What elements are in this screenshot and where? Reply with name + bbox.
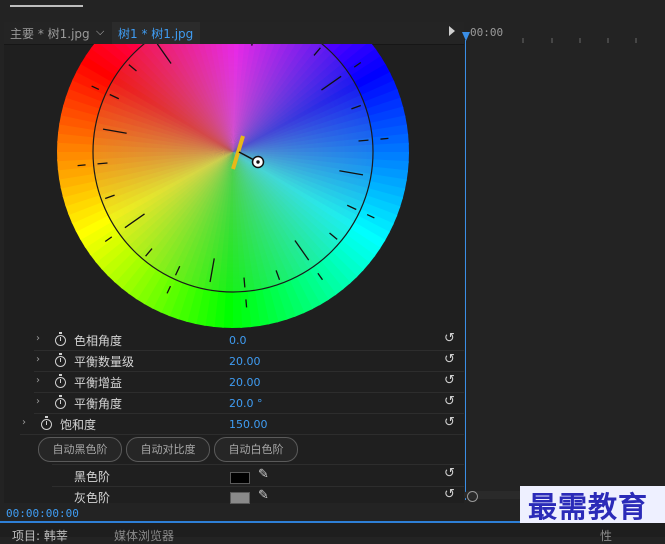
- reset-icon[interactable]: ↺: [444, 394, 455, 409]
- black-level-swatch[interactable]: [230, 472, 250, 484]
- param-label-hue-angle: 色相角度: [74, 334, 123, 348]
- param-label-balance-magnitude: 平衡数量级: [74, 355, 135, 369]
- tab-properties[interactable]: 性: [600, 527, 612, 544]
- watermark-logo: 最需教育: [528, 490, 649, 524]
- color-balance-wheel[interactable]: [55, 0, 415, 335]
- auto-black-level-button[interactable]: 自动黑色阶: [38, 437, 122, 462]
- reset-icon[interactable]: ↺: [444, 487, 455, 502]
- tab-media-browser[interactable]: 媒体浏览器: [114, 527, 174, 544]
- reset-icon[interactable]: ↺: [444, 373, 455, 388]
- stopwatch-icon[interactable]: [55, 395, 66, 409]
- stopwatch-icon[interactable]: [55, 353, 66, 367]
- stopwatch-icon[interactable]: [41, 416, 52, 430]
- param-value-hue-angle[interactable]: 0.0: [229, 334, 247, 347]
- expand-chevron-icon[interactable]: ›: [22, 417, 26, 428]
- expand-chevron-icon[interactable]: ›: [36, 375, 40, 386]
- reset-icon[interactable]: ↺: [444, 415, 455, 430]
- param-label-saturation: 饱和度: [60, 418, 97, 432]
- param-value-balance-gain[interactable]: 20.00: [229, 376, 261, 389]
- reset-icon[interactable]: ↺: [444, 466, 455, 481]
- reset-icon[interactable]: ↺: [444, 331, 455, 346]
- expand-chevron-icon[interactable]: ›: [36, 333, 40, 344]
- eyedropper-icon[interactable]: ✎: [258, 488, 269, 503]
- param-value-balance-angle[interactable]: 20.0 °: [229, 397, 263, 410]
- auto-contrast-button[interactable]: 自动对比度: [126, 437, 210, 462]
- param-value-saturation[interactable]: 150.00: [229, 418, 268, 431]
- param-value-balance-magnitude[interactable]: 20.00: [229, 355, 261, 368]
- param-label-balance-angle: 平衡角度: [74, 397, 123, 411]
- play-triangle-icon[interactable]: [449, 26, 455, 36]
- playhead-line[interactable]: [465, 40, 466, 500]
- zoom-handle[interactable]: [467, 491, 478, 502]
- reset-icon[interactable]: ↺: [444, 352, 455, 367]
- stopwatch-icon[interactable]: [55, 374, 66, 388]
- playhead-handle[interactable]: [462, 32, 470, 41]
- stopwatch-icon[interactable]: [55, 332, 66, 346]
- gray-level-swatch[interactable]: [230, 492, 250, 504]
- timeline-panel: [464, 22, 665, 503]
- expand-chevron-icon[interactable]: ›: [36, 354, 40, 365]
- gray-level-label: 灰色阶: [74, 491, 111, 505]
- param-label-balance-gain: 平衡增益: [74, 376, 123, 390]
- tab-project[interactable]: 项目: 韩莘: [12, 527, 68, 544]
- timeline-ruler[interactable]: [464, 36, 664, 44]
- eyedropper-icon[interactable]: ✎: [258, 467, 269, 482]
- current-timecode[interactable]: 00:00:00:00: [6, 507, 79, 520]
- auto-white-level-button[interactable]: 自动白色阶: [214, 437, 298, 462]
- expand-chevron-icon[interactable]: ›: [36, 396, 40, 407]
- black-level-label: 黑色阶: [74, 470, 111, 484]
